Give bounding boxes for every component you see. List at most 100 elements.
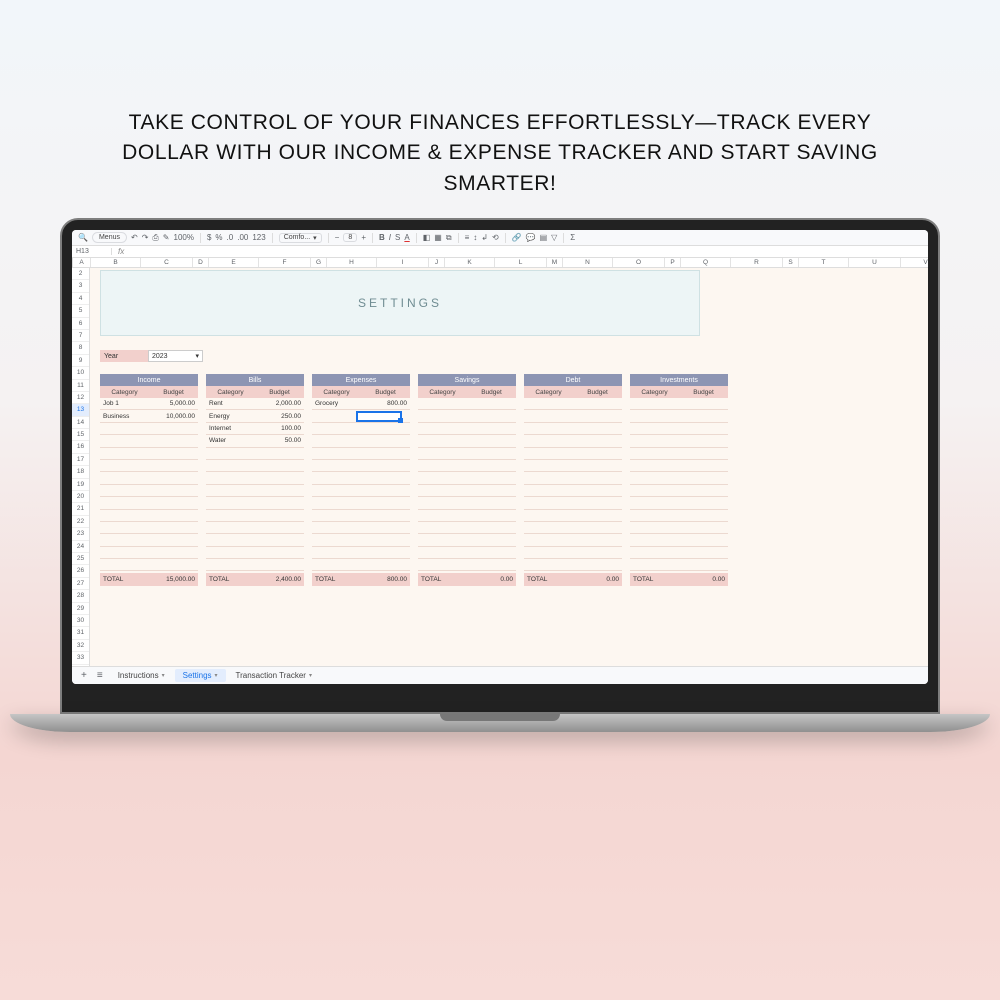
paint-format-icon[interactable]: ✎	[163, 234, 170, 242]
table-row[interactable]	[312, 435, 410, 447]
cell-budget[interactable]	[685, 547, 728, 558]
cell-category[interactable]	[418, 472, 473, 483]
cell-category[interactable]	[206, 559, 261, 570]
cell-category[interactable]	[630, 497, 685, 508]
column-header[interactable]: U	[849, 258, 901, 267]
table-row[interactable]	[206, 460, 304, 472]
column-header[interactable]: L	[495, 258, 547, 267]
table-row[interactable]: Internet100.00	[206, 423, 304, 435]
cell-budget[interactable]	[155, 423, 198, 434]
cell-category[interactable]	[630, 398, 685, 409]
cell-budget[interactable]	[367, 472, 410, 483]
table-row[interactable]	[100, 534, 198, 546]
sheet-canvas[interactable]: SETTINGS Year 2023 ▾ IncomeCategoryBudge…	[90, 268, 928, 666]
cell-budget[interactable]: 100.00	[261, 423, 304, 434]
cell-budget[interactable]	[685, 423, 728, 434]
cell-budget[interactable]	[685, 448, 728, 459]
cell-category[interactable]	[524, 410, 579, 421]
table-row[interactable]	[630, 410, 728, 422]
cell-category[interactable]	[100, 534, 155, 545]
table-row[interactable]	[206, 448, 304, 460]
cell-category[interactable]	[100, 522, 155, 533]
column-header[interactable]: N	[563, 258, 613, 267]
table-row[interactable]	[524, 497, 622, 509]
column-header[interactable]: D	[193, 258, 209, 267]
cell-category[interactable]	[206, 522, 261, 533]
table-row[interactable]	[524, 448, 622, 460]
row-header[interactable]: 31	[72, 627, 89, 639]
cell-budget[interactable]	[155, 559, 198, 570]
cell-budget[interactable]	[261, 497, 304, 508]
row-header[interactable]: 17	[72, 454, 89, 466]
column-header[interactable]: E	[209, 258, 259, 267]
cell-budget[interactable]	[261, 510, 304, 521]
column-header[interactable]: H	[327, 258, 377, 267]
cell-category[interactable]: Rent	[206, 398, 261, 409]
cell-budget[interactable]: 50.00	[261, 435, 304, 446]
cell-budget[interactable]	[579, 534, 622, 545]
table-row[interactable]	[630, 485, 728, 497]
row-header[interactable]: 23	[72, 528, 89, 540]
row-header[interactable]: 32	[72, 640, 89, 652]
row-header[interactable]: 3	[72, 280, 89, 292]
redo-icon[interactable]: ↷	[142, 234, 149, 242]
cell-category[interactable]	[206, 497, 261, 508]
undo-icon[interactable]: ↶	[131, 234, 138, 242]
cell-category[interactable]: Job 1	[100, 398, 155, 409]
table-row[interactable]	[100, 448, 198, 460]
row-header[interactable]: 20	[72, 491, 89, 503]
cell-category[interactable]	[418, 559, 473, 570]
cell-category[interactable]	[312, 435, 367, 446]
cell-category[interactable]	[312, 448, 367, 459]
sheet-tab[interactable]: Settings▾	[175, 669, 226, 682]
cell-budget[interactable]	[155, 547, 198, 558]
chevron-down-icon[interactable]: ▾	[215, 672, 218, 679]
table-row[interactable]	[418, 522, 516, 534]
chart-icon[interactable]: ▤	[540, 234, 548, 242]
cell-budget[interactable]	[685, 485, 728, 496]
table-row[interactable]	[630, 534, 728, 546]
column-header[interactable]: B	[91, 258, 141, 267]
functions-icon[interactable]: Σ	[570, 234, 575, 242]
cell-category[interactable]	[630, 423, 685, 434]
column-header[interactable]: S	[783, 258, 799, 267]
cell-budget[interactable]	[579, 435, 622, 446]
cell-budget[interactable]	[685, 534, 728, 545]
cell-budget[interactable]	[579, 398, 622, 409]
all-sheets-icon[interactable]: ≡	[94, 670, 106, 681]
row-header[interactable]: 19	[72, 479, 89, 491]
cell-budget[interactable]	[261, 534, 304, 545]
row-header[interactable]: 7	[72, 330, 89, 342]
column-header[interactable]: K	[445, 258, 495, 267]
cell-category[interactable]	[630, 559, 685, 570]
table-row[interactable]	[206, 547, 304, 559]
cell-budget[interactable]	[155, 497, 198, 508]
table-row[interactable]	[524, 423, 622, 435]
table-row[interactable]	[206, 485, 304, 497]
column-header[interactable]: M	[547, 258, 563, 267]
print-icon[interactable]: ⎙	[152, 234, 158, 242]
chevron-down-icon[interactable]: ▾	[162, 672, 165, 679]
table-row[interactable]	[100, 510, 198, 522]
cell-budget[interactable]	[155, 435, 198, 446]
cell-budget[interactable]	[367, 460, 410, 471]
cell-budget[interactable]	[473, 410, 516, 421]
table-row[interactable]	[100, 485, 198, 497]
cell-budget[interactable]	[685, 497, 728, 508]
cell-category[interactable]	[312, 472, 367, 483]
table-row[interactable]: Rent2,000.00	[206, 398, 304, 410]
cell-category[interactable]	[312, 547, 367, 558]
row-header[interactable]: 21	[72, 503, 89, 515]
year-select[interactable]: 2023 ▾	[148, 350, 203, 362]
table-row[interactable]	[312, 547, 410, 559]
cell-category[interactable]	[312, 497, 367, 508]
table-row[interactable]	[630, 522, 728, 534]
font-select[interactable]: Comfo...▾	[279, 233, 322, 243]
column-header[interactable]: I	[377, 258, 429, 267]
table-row[interactable]	[312, 559, 410, 571]
cell-category[interactable]	[100, 510, 155, 521]
table-row[interactable]	[418, 460, 516, 472]
row-header[interactable]: 26	[72, 565, 89, 577]
cell-category[interactable]	[524, 435, 579, 446]
table-row[interactable]	[418, 423, 516, 435]
